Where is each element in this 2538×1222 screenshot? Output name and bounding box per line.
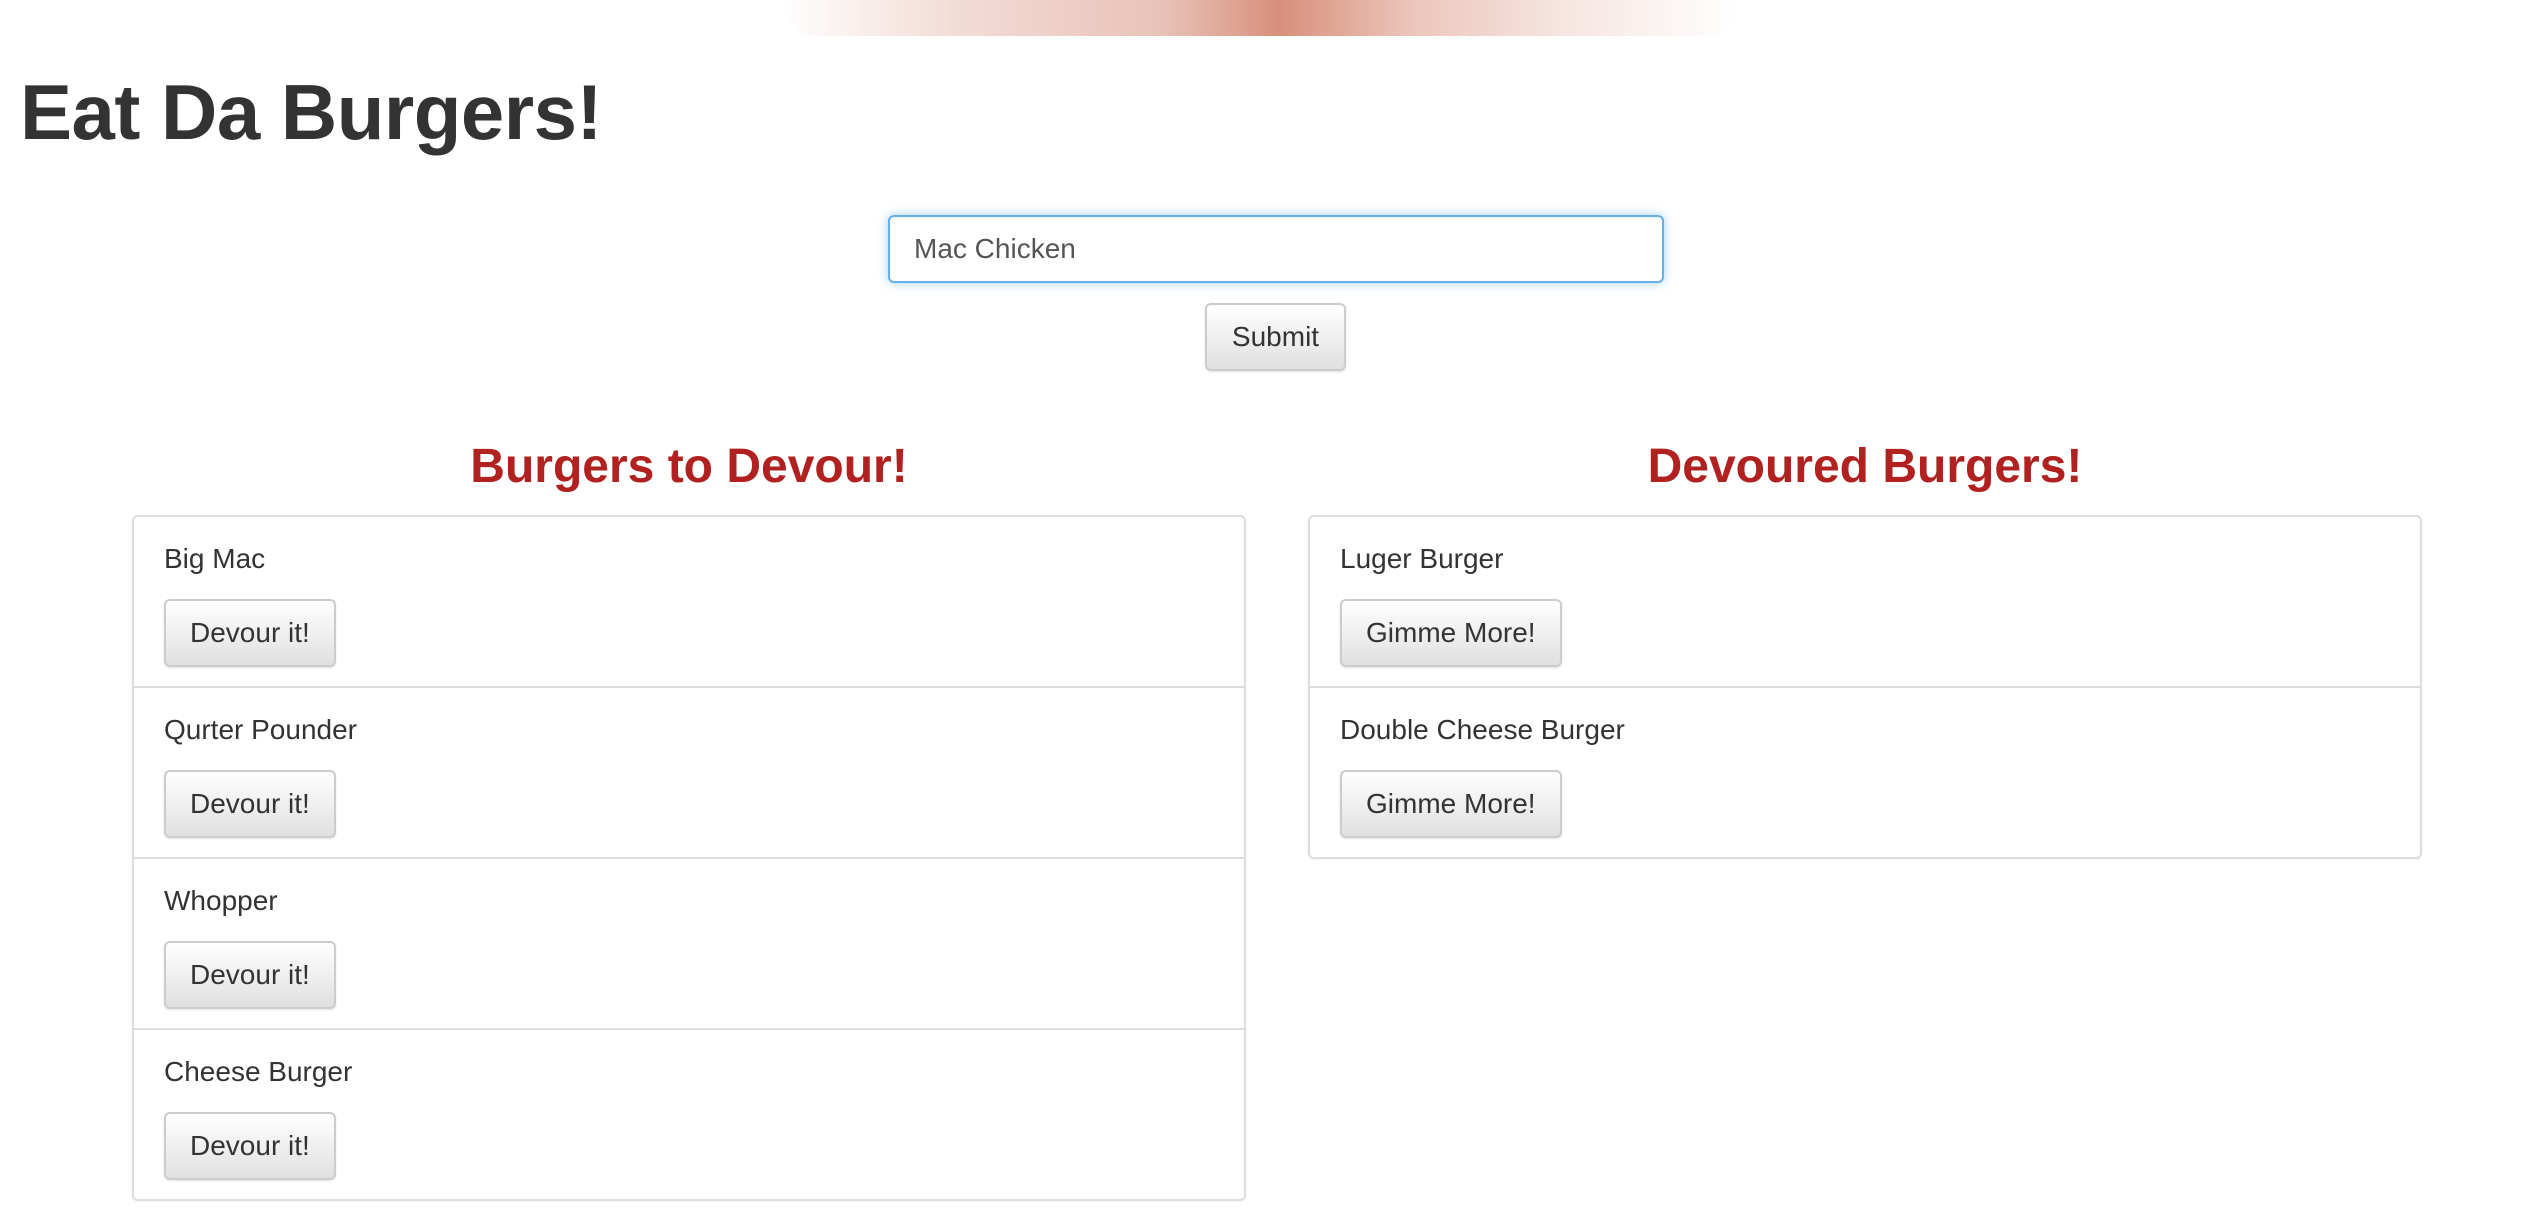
burger-name: Double Cheese Burger xyxy=(1340,714,1625,745)
burger-name: Big Mac xyxy=(164,543,266,574)
list-item: Qurter Pounder Devour it! xyxy=(134,686,1244,857)
list-item: Luger Burger Gimme More! xyxy=(1310,517,2420,686)
gimme-more-button[interactable]: Gimme More! xyxy=(1340,599,1562,667)
burger-name: Cheese Burger xyxy=(164,1056,353,1087)
page-title: Eat Da Burgers! xyxy=(20,68,603,156)
burgers-to-devour-title: Burgers to Devour! xyxy=(470,440,908,493)
list-item: Whopper Devour it! xyxy=(134,857,1244,1028)
devour-button[interactable]: Devour it! xyxy=(164,599,336,667)
devour-button[interactable]: Devour it! xyxy=(164,941,336,1009)
burger-name: Whopper xyxy=(164,885,278,916)
devour-button[interactable]: Devour it! xyxy=(164,770,336,838)
list-item: Double Cheese Burger Gimme More! xyxy=(1310,686,2420,857)
banner-image xyxy=(780,0,1740,36)
devoured-burgers-list: Luger Burger Gimme More! Double Cheese B… xyxy=(1308,515,2422,859)
gimme-more-button[interactable]: Gimme More! xyxy=(1340,770,1562,838)
list-item: Cheese Burger Devour it! xyxy=(134,1028,1244,1199)
burger-name: Qurter Pounder xyxy=(164,714,357,745)
page: Eat Da Burgers! Submit Burgers to Devour… xyxy=(0,0,2538,1222)
submit-button[interactable]: Submit xyxy=(1205,303,1346,371)
burgers-to-devour-list: Big Mac Devour it! Qurter Pounder Devour… xyxy=(132,515,1246,1201)
devour-button[interactable]: Devour it! xyxy=(164,1112,336,1180)
devoured-burgers-title: Devoured Burgers! xyxy=(1647,440,2083,493)
burger-name: Luger Burger xyxy=(1340,543,1504,574)
burger-name-input[interactable] xyxy=(888,215,1664,283)
list-item: Big Mac Devour it! xyxy=(134,517,1244,686)
